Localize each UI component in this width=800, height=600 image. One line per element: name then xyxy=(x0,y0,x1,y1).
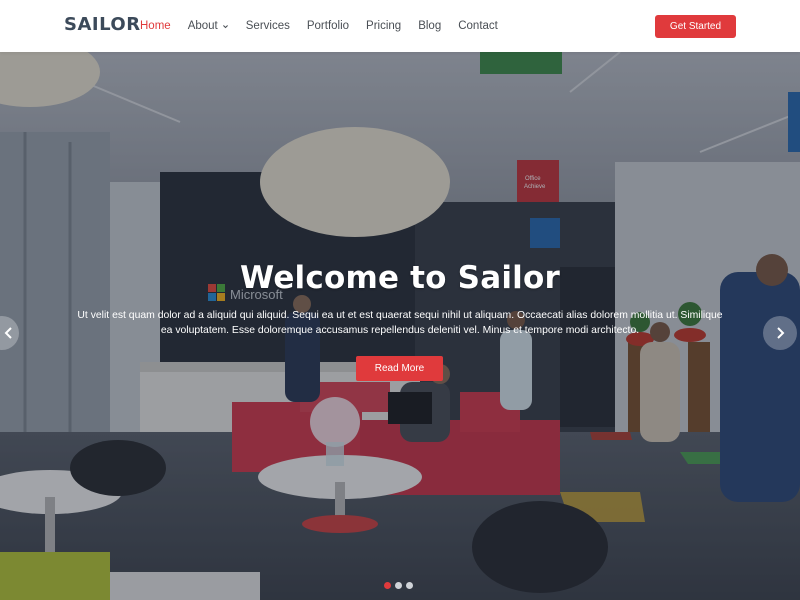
nav-about[interactable]: About xyxy=(188,20,229,32)
carousel-next-button[interactable] xyxy=(763,316,797,350)
nav-blog-label: Blog xyxy=(418,20,442,32)
nav-contact[interactable]: Contact xyxy=(458,20,498,32)
hero-title: Welcome to Sailor xyxy=(240,260,560,296)
chevron-down-icon xyxy=(222,24,228,28)
nav-home[interactable]: Home xyxy=(140,20,171,32)
carousel-indicators xyxy=(384,582,413,589)
nav-home-label: Home xyxy=(140,20,171,32)
nav-contact-label: Contact xyxy=(458,20,498,32)
chevron-right-icon xyxy=(777,327,785,339)
carousel-dot-3[interactable] xyxy=(406,582,413,589)
nav-services[interactable]: Services xyxy=(246,20,290,32)
nav-about-label: About xyxy=(187,20,218,32)
carousel-dot-2[interactable] xyxy=(395,582,402,589)
hero-section: Office Achieve Microsoft Welcome to Sail… xyxy=(0,52,800,600)
nav-pricing-label: Pricing xyxy=(366,20,402,32)
site-logo[interactable]: SAILOR xyxy=(64,14,141,35)
read-more-button[interactable]: Read More xyxy=(356,356,443,381)
nav-blog[interactable]: Blog xyxy=(418,20,441,32)
nav-portfolio[interactable]: Portfolio xyxy=(307,20,349,32)
carousel-dot-1[interactable] xyxy=(384,582,391,589)
hero-description: Ut velit est quam dolor ad a aliquid qui… xyxy=(77,310,723,336)
main-nav: Home About Services Portfolio Pricing Bl… xyxy=(140,0,498,52)
get-started-button[interactable]: Get Started xyxy=(655,15,736,38)
nav-pricing[interactable]: Pricing xyxy=(366,20,401,32)
nav-services-label: Services xyxy=(245,20,290,32)
nav-portfolio-label: Portfolio xyxy=(306,20,350,32)
site-header: SAILOR Home About Services Portfolio Pri… xyxy=(0,0,800,52)
chevron-left-icon xyxy=(4,327,12,339)
